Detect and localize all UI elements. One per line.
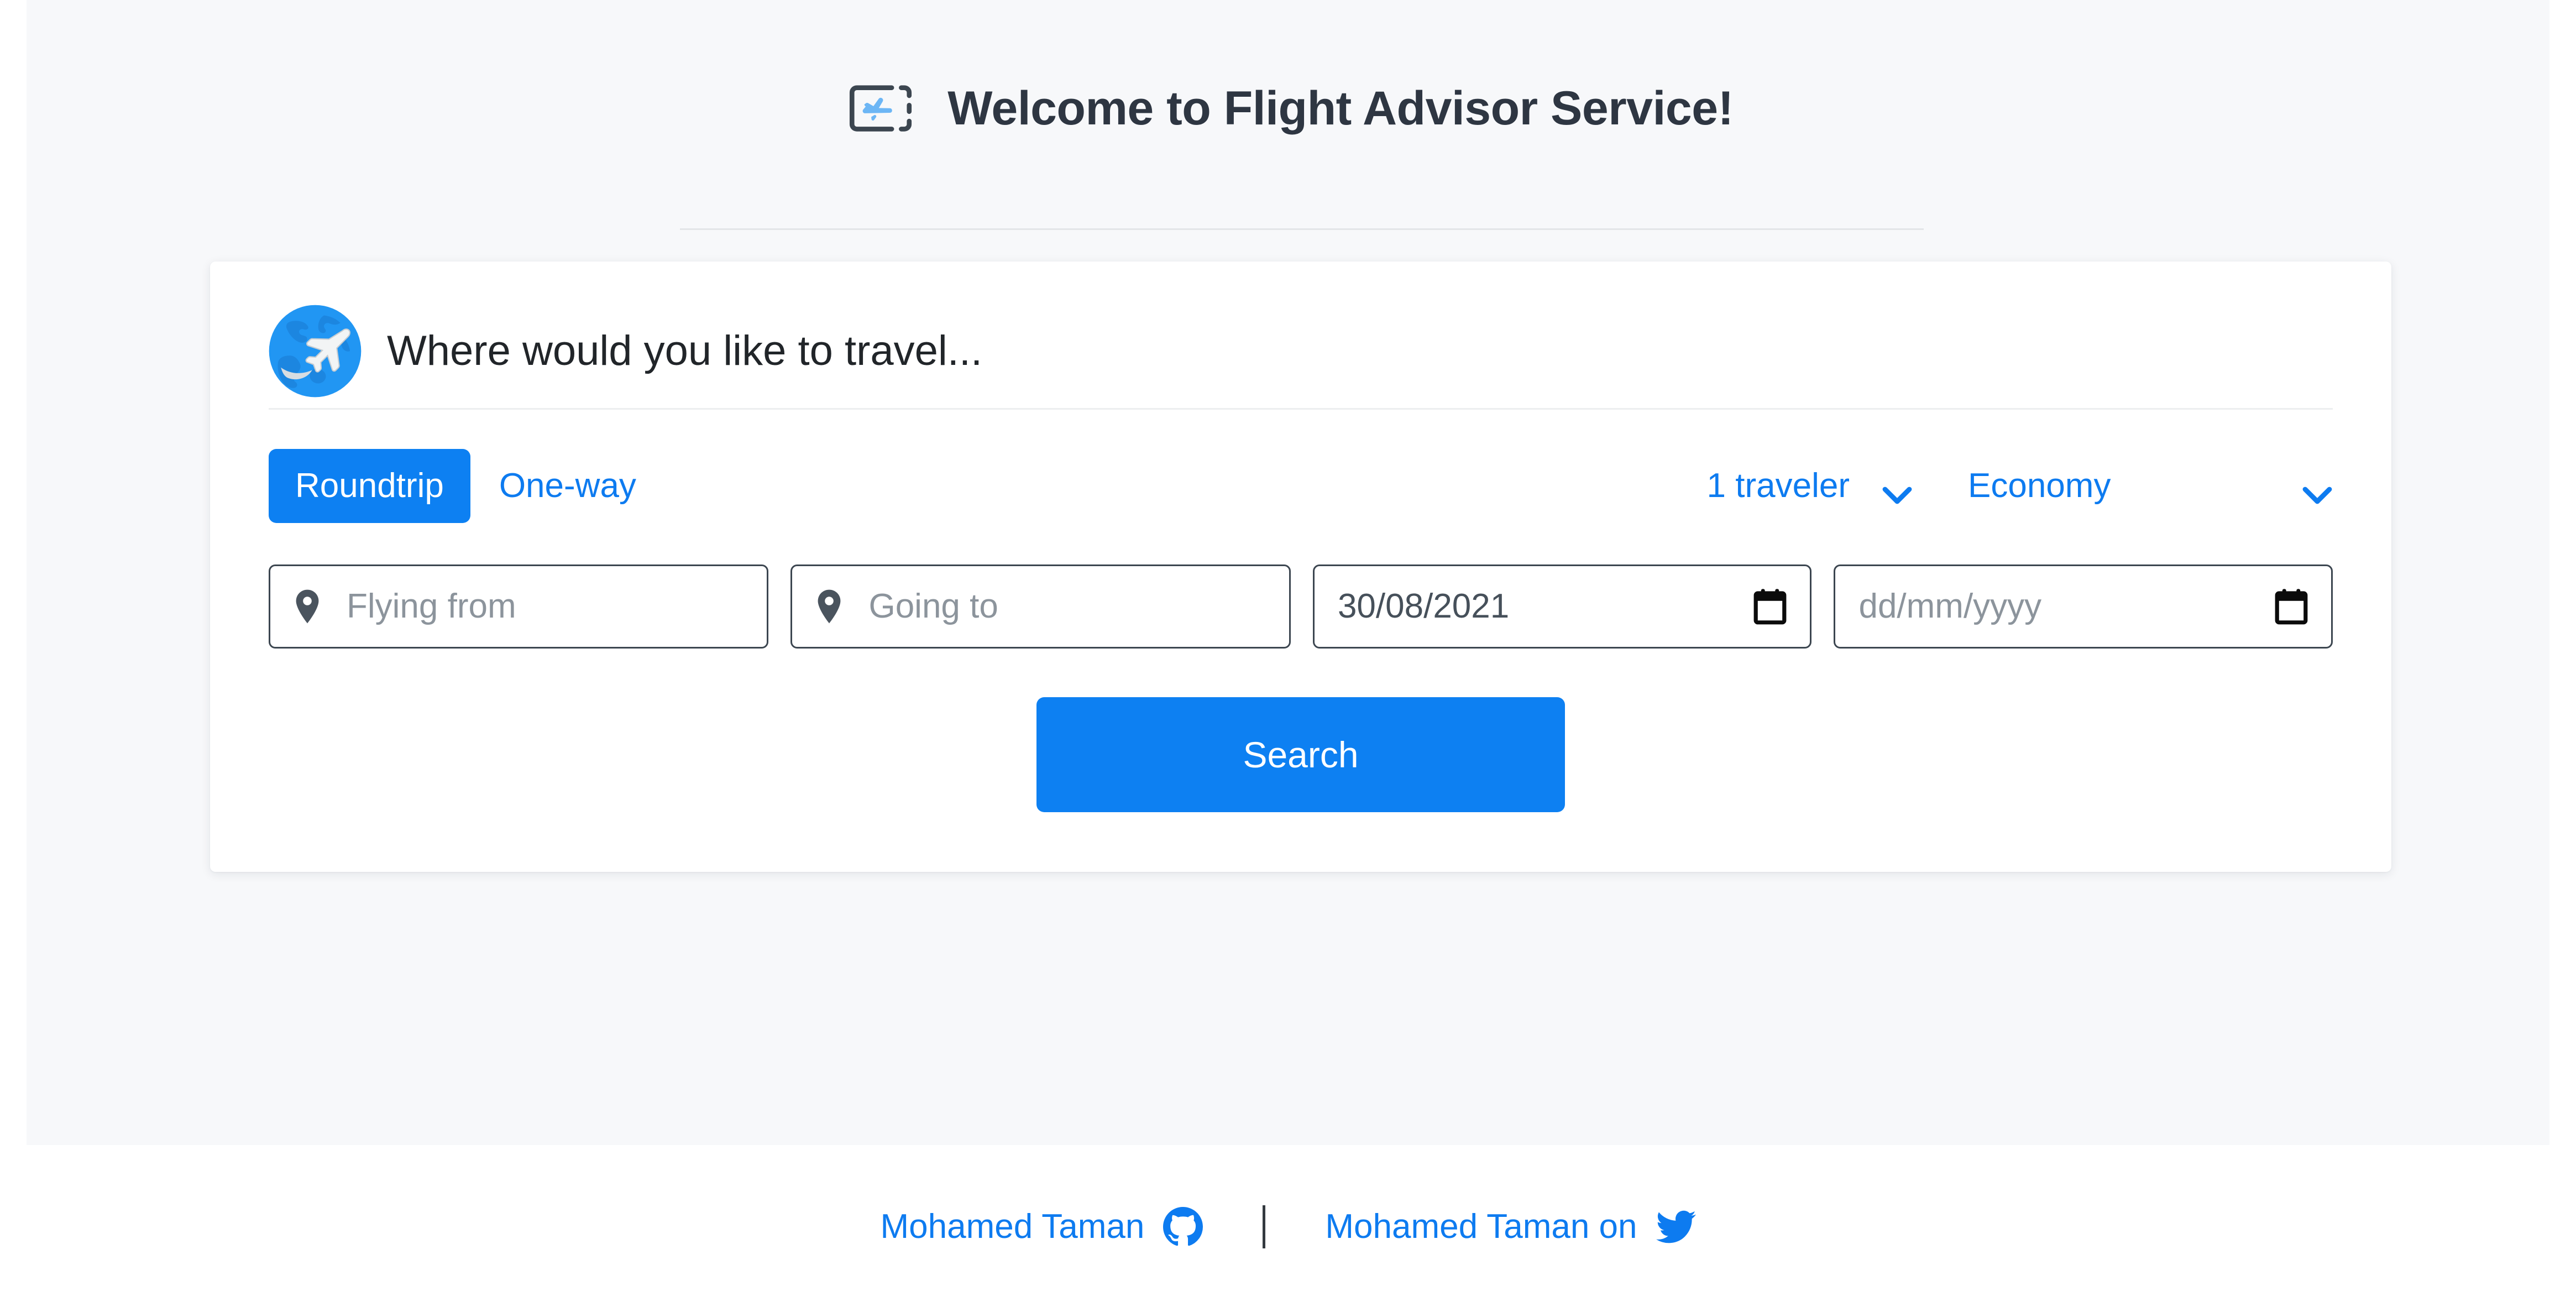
return-date-input[interactable]: dd/mm/yyyy	[1858, 589, 2041, 624]
return-date-field[interactable]: dd/mm/yyyy	[1834, 564, 2333, 649]
footer-separator	[1263, 1205, 1266, 1248]
page-title: Welcome to Flight Advisor Service!	[947, 81, 1734, 135]
origin-input[interactable]: Flying from	[347, 589, 516, 624]
hero-section: Welcome to Flight Advisor Service! Where…	[27, 0, 2549, 1145]
flight-search-card: Where would you like to travel... Roundt…	[210, 262, 2391, 872]
card-header: Where would you like to travel...	[210, 262, 2391, 408]
origin-field[interactable]: Flying from	[269, 564, 769, 649]
trip-options-row: Roundtrip One-way 1 traveler Economy	[269, 444, 2333, 528]
travelers-select-label: 1 traveler	[1706, 467, 1850, 505]
depart-date-input[interactable]: 30/08/2021	[1338, 589, 1509, 624]
search-button[interactable]: Search	[1036, 697, 1565, 812]
github-link-label: Mohamed Taman	[880, 1207, 1145, 1246]
page-footer: Mohamed Taman Mohamed Taman on	[0, 1205, 2576, 1248]
header-divider	[680, 228, 1924, 230]
cabin-class-select[interactable]: Economy	[1968, 467, 2333, 505]
trip-type-tabs: Roundtrip One-way	[269, 449, 665, 523]
twitter-link[interactable]: Mohamed Taman on	[1325, 1207, 1696, 1247]
twitter-icon	[1656, 1207, 1696, 1247]
calendar-icon[interactable]	[1753, 588, 1787, 625]
map-pin-icon	[294, 589, 321, 624]
search-button-wrap: Search	[269, 697, 2333, 812]
cabin-class-select-label: Economy	[1968, 467, 2111, 505]
card-body: Roundtrip One-way 1 traveler Economy Fly…	[210, 410, 2391, 872]
chevron-down-icon	[2302, 477, 2333, 504]
twitter-link-label: Mohamed Taman on	[1325, 1207, 1637, 1246]
destination-input[interactable]: Going to	[868, 589, 998, 624]
travelers-select[interactable]: 1 traveler	[1706, 467, 1913, 505]
search-fields-row: Flying from Going to 30/08/2021 dd/mm/yy…	[269, 564, 2333, 649]
github-icon	[1163, 1207, 1203, 1247]
calendar-icon[interactable]	[2275, 588, 2308, 625]
map-pin-icon	[815, 589, 843, 624]
github-link[interactable]: Mohamed Taman	[881, 1207, 1203, 1247]
tab-one-way[interactable]: One-way	[470, 449, 665, 523]
globe-airplane-avatar	[268, 304, 363, 399]
destination-field[interactable]: Going to	[790, 564, 1291, 649]
page-header: Welcome to Flight Advisor Service!	[27, 53, 2549, 164]
boarding-pass-plane-icon	[842, 70, 919, 147]
chevron-down-icon	[1882, 477, 1913, 504]
card-heading: Where would you like to travel...	[387, 327, 983, 374]
page-root: Welcome to Flight Advisor Service! Where…	[0, 0, 2576, 1307]
tab-roundtrip[interactable]: Roundtrip	[269, 449, 470, 523]
depart-date-field[interactable]: 30/08/2021	[1312, 564, 1812, 649]
